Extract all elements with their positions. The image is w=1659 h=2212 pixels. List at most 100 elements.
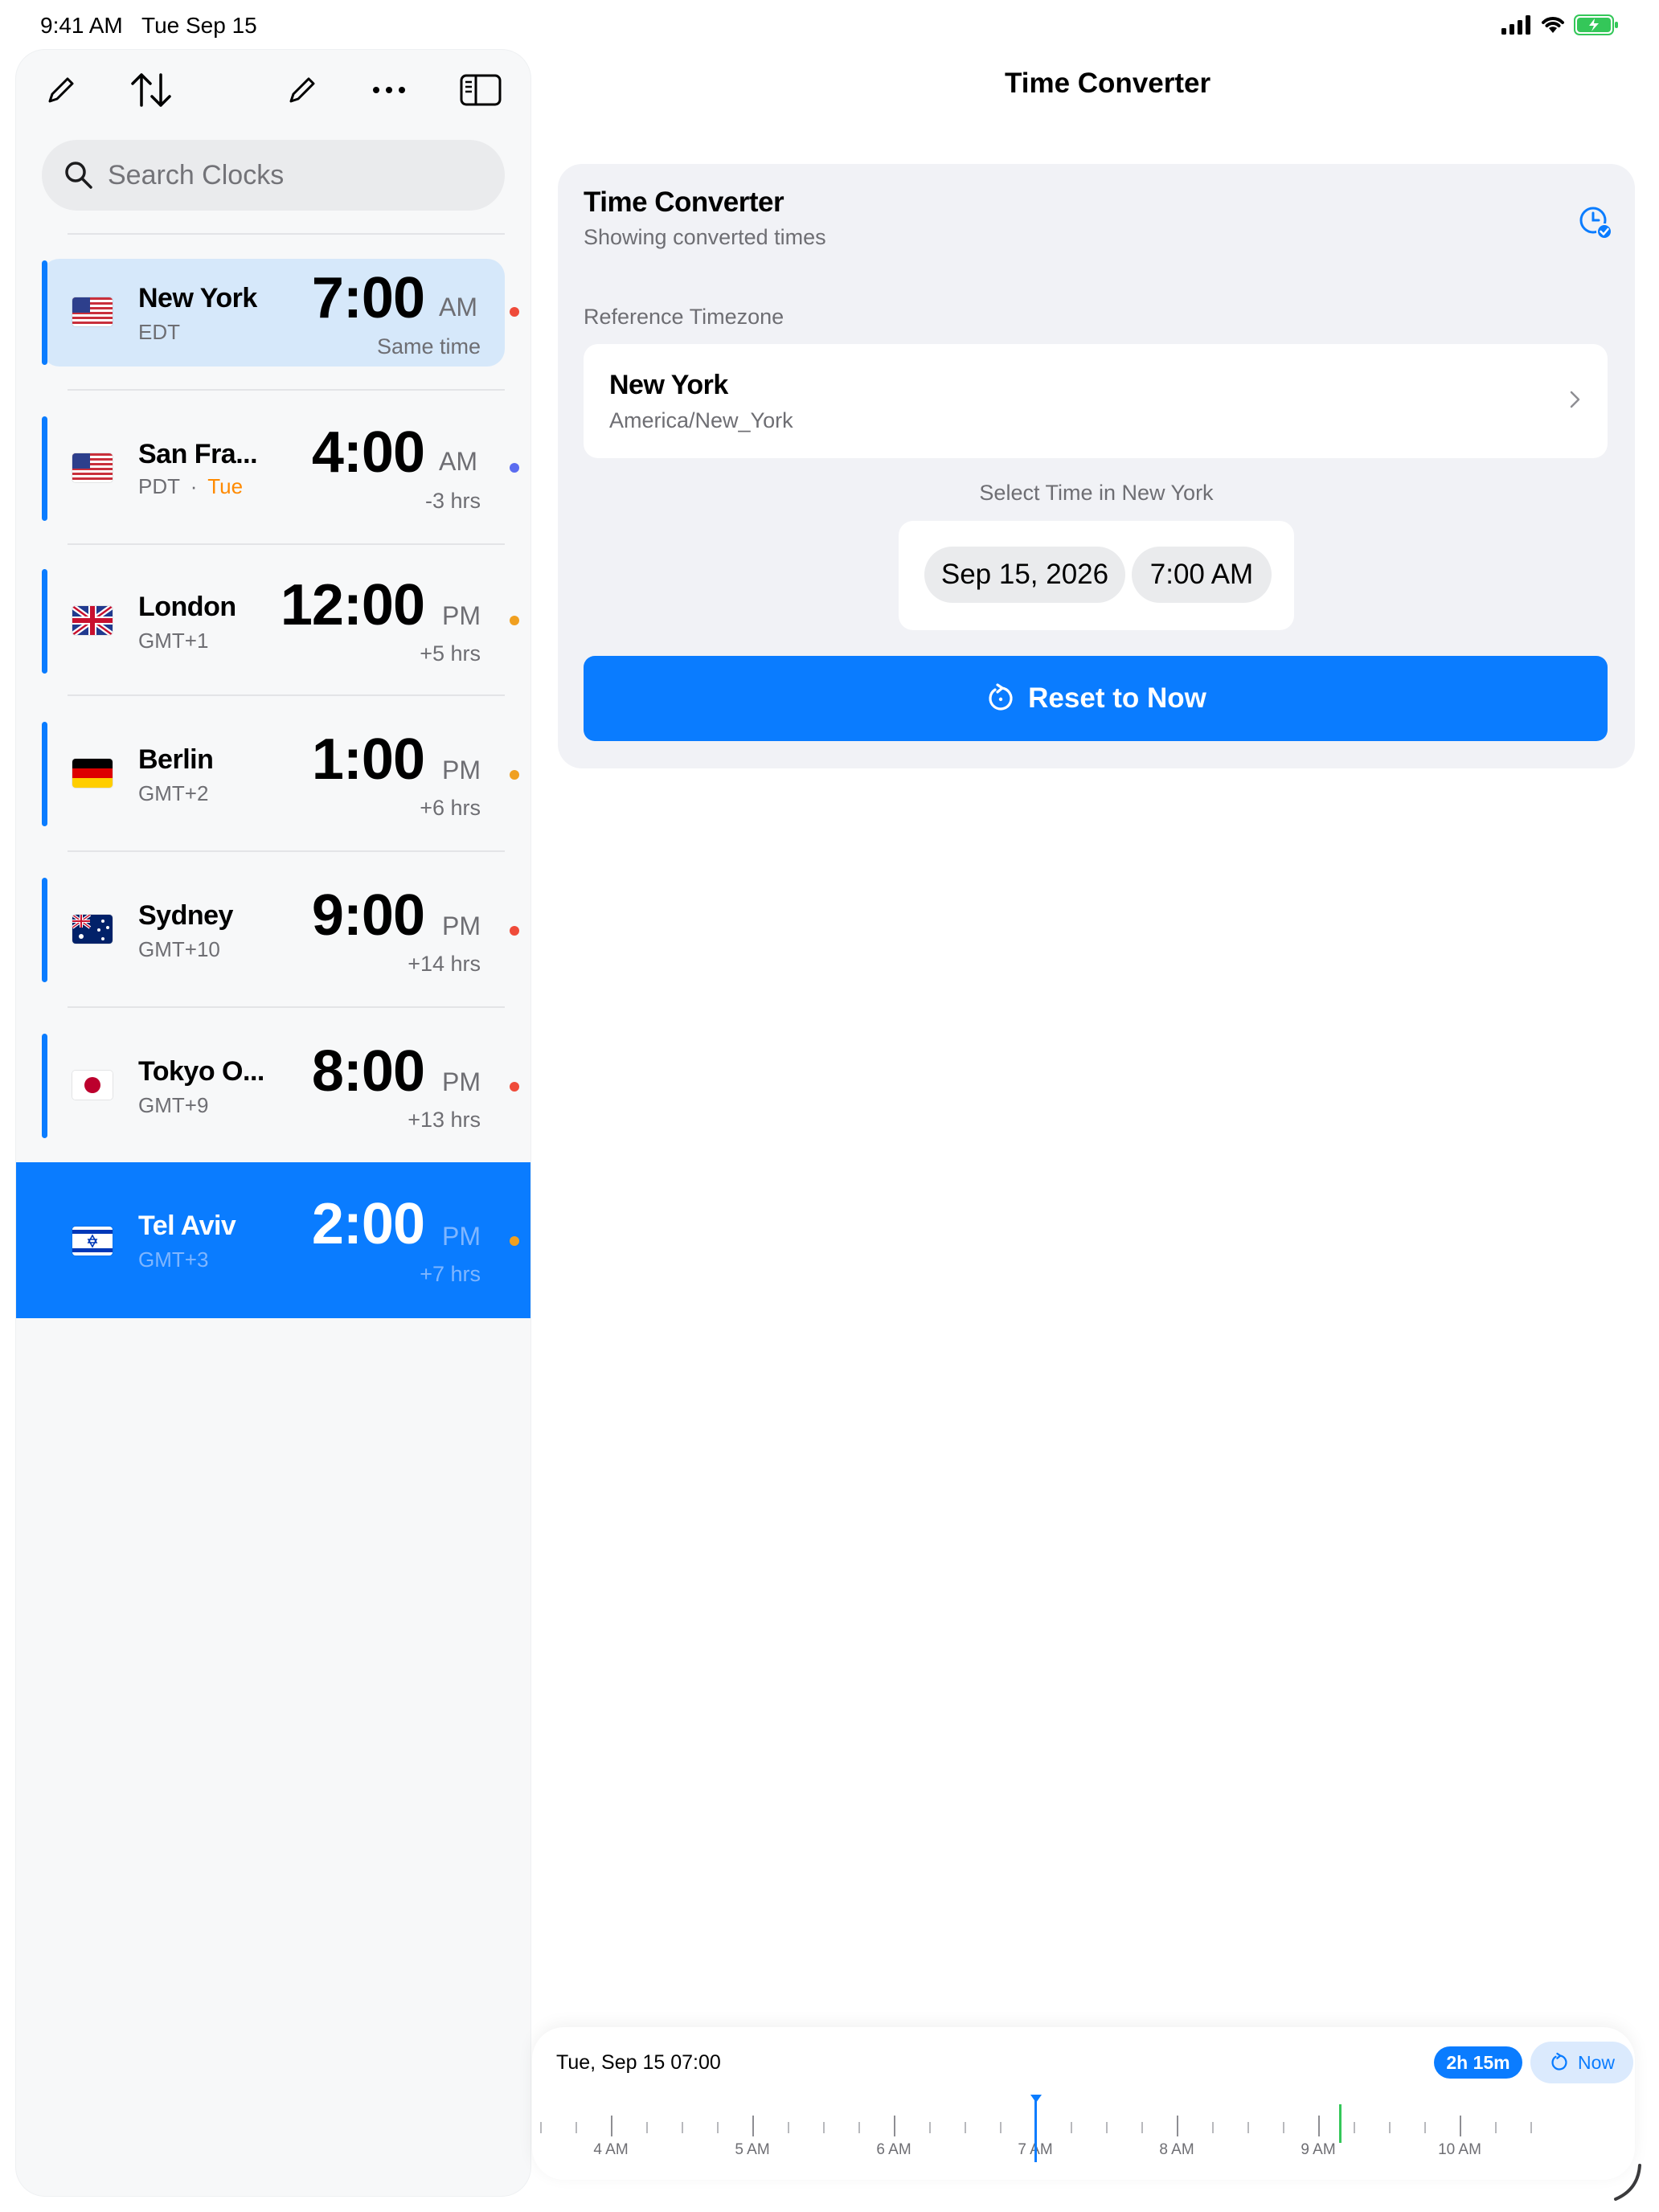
us-flag-icon [72, 297, 113, 326]
hour-label: 8 AM [1159, 2141, 1194, 2158]
minor-tick [1424, 2122, 1426, 2133]
clock-time: 4:00 [311, 420, 425, 485]
compose-button[interactable] [278, 66, 326, 114]
de-flag-icon [72, 759, 113, 788]
clock-offset: +7 hrs [420, 1262, 481, 1286]
clock-city: Tel Aviv [138, 1210, 236, 1241]
reset-icon [989, 683, 1013, 711]
status-dot [510, 463, 519, 473]
clock-tz: GMT+1 [138, 629, 209, 653]
reset-to-now-button[interactable]: Reset to Now [584, 656, 1608, 741]
search-bar[interactable] [42, 140, 505, 211]
timeline-scrubber[interactable]: Tue, Sep 15 07:00 2h 15m Now 4 AM 5 AM 6 A… [532, 2027, 1635, 2180]
clock-time: 7:00 [311, 266, 425, 330]
row-accent [42, 416, 47, 521]
pencil-icon [289, 77, 315, 103]
scroll-indicator-icon [1614, 2164, 1641, 2201]
clock-tz: EDT [138, 320, 180, 344]
battery-icon [1574, 14, 1618, 35]
status-dot [510, 770, 519, 780]
minor-tick [1071, 2122, 1072, 2133]
minor-tick [858, 2122, 860, 2133]
page-title: Time Converter [1005, 68, 1211, 99]
minor-tick [1247, 2122, 1249, 2133]
us-flag-icon [72, 453, 113, 482]
sort-button[interactable] [127, 66, 175, 114]
clock-ampm: PM [442, 911, 481, 940]
divider [68, 233, 505, 235]
clock-time: 8:00 [311, 1039, 425, 1104]
edit-button[interactable] [37, 66, 85, 114]
hour-label: 4 AM [593, 2141, 629, 2158]
clock-city: Tokyo O... [138, 1056, 264, 1087]
timeline-duration-badge: 2h 15m [1434, 2046, 1522, 2079]
minor-tick [646, 2122, 648, 2133]
sidebar: New York EDT 7:00 AM Same time San Fra..… [16, 50, 530, 2196]
clock-city: New York [138, 283, 257, 313]
hour-tick [894, 2116, 895, 2136]
clock-offset: +14 hrs [408, 952, 481, 976]
minor-tick [1106, 2122, 1108, 2133]
minor-tick [1389, 2122, 1391, 2133]
row-accent [42, 569, 47, 674]
minor-tick [1212, 2122, 1214, 2133]
date-picker[interactable]: Sep 15, 2026 [924, 547, 1125, 603]
ellipsis-icon [373, 87, 405, 93]
clock-ampm: PM [442, 1222, 481, 1251]
time-picker[interactable]: 7:00 AM [1132, 547, 1272, 603]
status-icons [1501, 14, 1619, 35]
sidebar-toolbar [16, 50, 530, 122]
clock-day: Tue [207, 474, 244, 498]
timeline-now-button[interactable]: Now [1530, 2042, 1633, 2083]
row-accent [42, 722, 47, 826]
divider [68, 850, 505, 852]
toggle-sidebar-button[interactable] [457, 66, 505, 114]
clock-ampm: PM [442, 756, 481, 784]
divider [68, 694, 505, 696]
minor-tick [823, 2122, 825, 2133]
search-icon [65, 162, 92, 189]
sidebar-icon [460, 74, 502, 106]
il-flag-icon [72, 1227, 113, 1256]
clock-row-tel-aviv[interactable]: Tel Aviv GMT+3 2:00 PM +7 hrs [16, 1162, 530, 1318]
clock-ampm: AM [439, 447, 477, 476]
clock-check-icon[interactable] [1577, 204, 1616, 243]
reference-zone: America/New_York [609, 408, 793, 432]
clock-offset: +5 hrs [420, 641, 481, 666]
sort-arrows-icon [131, 73, 171, 107]
clock-city: San Fra... [138, 439, 258, 469]
current-time-handle[interactable] [1030, 2095, 1042, 2103]
more-button[interactable] [365, 66, 413, 114]
timeline-ticks[interactable]: 4 AM 5 AM 6 AM 7 AM 8 AM 9 AM 10 AM [532, 2091, 1635, 2180]
signal-icon [1501, 15, 1530, 35]
minor-tick [929, 2122, 931, 2133]
clock-offset: +13 hrs [408, 1108, 481, 1132]
clock-time: 2:00 [311, 1192, 425, 1256]
reference-timezone-label: Reference Timezone [584, 305, 784, 329]
status-date: Tue Sep 15 [141, 13, 257, 38]
card-subtitle: Showing converted times [584, 225, 826, 249]
clock-tz: PDT [138, 474, 180, 498]
minor-tick [965, 2122, 966, 2133]
row-accent [42, 260, 47, 365]
timeline-now-label: Now [1577, 2051, 1615, 2073]
status-dot [510, 307, 519, 317]
hour-tick [611, 2116, 612, 2136]
clock-city: Sydney [138, 900, 233, 931]
minor-tick [1141, 2122, 1143, 2133]
clock-tz: GMT+2 [138, 781, 209, 805]
now-marker [1339, 2104, 1342, 2143]
minor-tick [788, 2122, 789, 2133]
search-input[interactable] [106, 158, 495, 192]
current-time-marker[interactable] [1034, 2098, 1037, 2162]
clock-ampm: PM [442, 1067, 481, 1096]
hour-label: 10 AM [1438, 2141, 1481, 2158]
hour-label: 9 AM [1301, 2141, 1336, 2158]
select-time-label: Select Time in New York [979, 481, 1214, 505]
reference-timezone-selector[interactable]: New York America/New_York [584, 344, 1608, 458]
time-converter-card: Time Converter Showing converted times R… [558, 164, 1635, 768]
jp-flag-icon [72, 1071, 113, 1100]
divider [68, 389, 505, 391]
clock-tz-line: PDT · Tue [138, 474, 244, 498]
clock-tz: GMT+10 [138, 937, 220, 961]
